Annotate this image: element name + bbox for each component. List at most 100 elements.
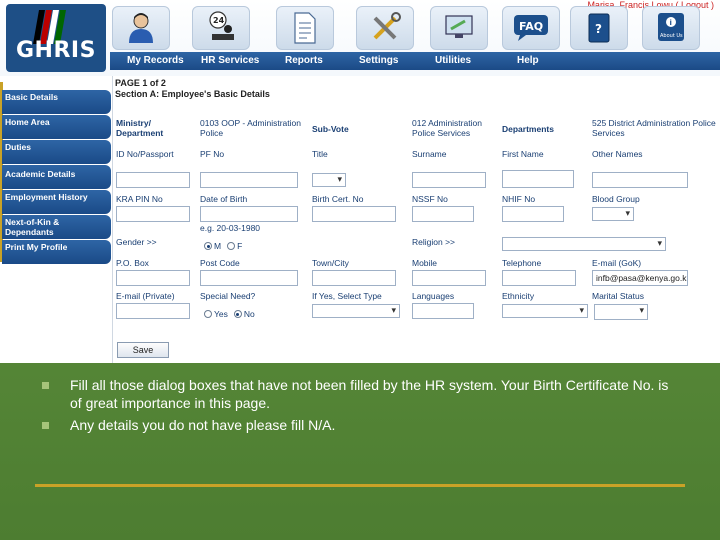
bullet-item: Fill all those dialog boxes that have no… [40, 376, 680, 412]
pf-no-field[interactable] [200, 172, 298, 188]
post-code-field[interactable] [200, 270, 298, 286]
save-button[interactable]: Save [117, 342, 169, 358]
nhif-label: NHIF No [502, 194, 536, 204]
top-bar: GHRIS Marisa, Francis Lowu ( Logout ) 24 [0, 0, 720, 76]
faq-icon[interactable]: FAQ [502, 6, 560, 50]
po-box-label: P.O. Box [116, 258, 149, 268]
special-yes-radio[interactable] [204, 310, 212, 318]
special-no-label: No [243, 309, 255, 319]
blood-group-label: Blood Group [592, 194, 640, 204]
special-need-radios: Yes No [204, 309, 255, 319]
id-no-label: ID No/Passport [116, 149, 174, 159]
nssf-field[interactable] [412, 206, 474, 222]
sidebar-item-employment-history[interactable]: Employment History [2, 190, 111, 214]
religion-label: Religion >> [412, 237, 456, 247]
surname-label: Surname [412, 149, 447, 159]
bullet-text: Any details you do not have please fill … [70, 417, 336, 433]
religion-select[interactable] [502, 237, 666, 251]
gender-radios: M F [204, 241, 242, 251]
basic-details-form: PAGE 1 of 2 Section A: Employee's Basic … [112, 76, 720, 363]
special-need-label: Special Need? [200, 291, 256, 301]
email-gok-field[interactable]: infb@pasa@kenya.go.k [592, 270, 688, 286]
kra-pin-label: KRA PIN No [116, 194, 163, 204]
gender-m-radio[interactable] [204, 242, 212, 250]
section-title: Section A: Employee's Basic Details [115, 89, 270, 99]
book-icon[interactable]: ? [570, 6, 628, 50]
departments-label: Departments [502, 124, 554, 134]
po-box-field[interactable] [116, 270, 190, 286]
main-menu: My Records HR Services Reports Settings … [110, 52, 720, 70]
bullet-item: Any details you do not have please fill … [40, 416, 680, 434]
dob-field[interactable] [200, 206, 298, 222]
svg-text:i: i [670, 19, 672, 27]
gender-f-radio[interactable] [227, 242, 236, 250]
screenshot: GHRIS Marisa, Francis Lowu ( Logout ) 24 [0, 0, 720, 363]
bullet-text: Fill all those dialog boxes that have no… [70, 377, 669, 411]
id-no-field[interactable] [116, 172, 190, 188]
mobile-label: Mobile [412, 258, 438, 268]
document-icon[interactable] [276, 6, 334, 50]
about-us-label: About Us [660, 33, 683, 39]
marital-select[interactable] [594, 304, 648, 320]
sidebar-item-basic-details[interactable]: Basic Details [2, 90, 111, 114]
logo-text: GHRIS [16, 38, 96, 63]
post-code-label: Post Code [200, 258, 240, 268]
tools-icon[interactable] [356, 6, 414, 50]
menu-reports[interactable]: Reports [285, 55, 323, 66]
sidebar-item-label: Print My Profile [5, 242, 68, 252]
menu-my-records[interactable]: My Records [127, 55, 184, 66]
menu-help[interactable]: Help [517, 55, 539, 66]
languages-field[interactable] [412, 303, 474, 319]
page-header: PAGE 1 of 2 Section A: Employee's Basic … [115, 78, 270, 100]
town-label: Town/City [312, 258, 349, 268]
page-label: PAGE 1 of 2 [115, 78, 166, 88]
user-icon[interactable] [112, 6, 170, 50]
other-names-field[interactable] [592, 172, 688, 188]
ethnicity-select[interactable] [502, 304, 588, 318]
gender-label: Gender >> [116, 237, 157, 247]
special-type-select[interactable] [312, 304, 400, 318]
menu-settings[interactable]: Settings [359, 55, 398, 66]
email-private-field[interactable] [116, 303, 190, 319]
telephone-field[interactable] [502, 270, 576, 286]
slide-bullets: Fill all those dialog boxes that have no… [40, 376, 680, 438]
sidebar-item-home-area[interactable]: Home Area [2, 115, 111, 139]
sidebar-item-label: Academic Details [5, 169, 76, 179]
sidebar-item-duties[interactable]: Duties [2, 140, 111, 164]
email-gok-label: E-mail (GoK) [592, 258, 642, 268]
first-name-field[interactable] [502, 170, 574, 188]
sidebar: Basic Details Home Area Duties Academic … [0, 82, 112, 362]
dob-hint: e.g. 20-03-1980 [200, 223, 261, 233]
menu-utilities[interactable]: Utilities [435, 55, 471, 66]
town-field[interactable] [312, 270, 396, 286]
service-24-icon[interactable]: 24 [192, 6, 250, 50]
sidebar-item-next-of-kin[interactable]: Next-of-Kin & Dependants [2, 215, 111, 239]
bullet-square-icon [42, 382, 49, 389]
title-label: Title [312, 149, 328, 159]
gender-f-label: F [237, 241, 243, 251]
title-select[interactable] [312, 173, 346, 187]
languages-label: Languages [412, 291, 455, 301]
nhif-field[interactable] [502, 206, 564, 222]
surname-field[interactable] [412, 172, 486, 188]
menu-hr-services[interactable]: HR Services [201, 55, 259, 66]
other-names-label: Other Names [592, 149, 643, 159]
special-no-radio[interactable] [233, 310, 242, 318]
sidebar-item-print-profile[interactable]: Print My Profile [2, 240, 111, 264]
sidebar-item-academic-details[interactable]: Academic Details [2, 165, 111, 189]
pf-no-label: PF No [200, 149, 225, 159]
utilities-icon[interactable] [430, 6, 488, 50]
kra-pin-field[interactable] [116, 206, 190, 222]
birth-cert-label: Birth Cert. No [312, 194, 364, 204]
gender-m-label: M [214, 241, 222, 251]
birth-cert-field[interactable] [312, 206, 396, 222]
telephone-label: Telephone [502, 258, 542, 268]
divider-line [35, 484, 685, 487]
bullet-square-icon [42, 422, 49, 429]
subvote-value: 012 Administration Police Services [412, 118, 482, 138]
about-us-icon[interactable]: i About Us [642, 6, 700, 50]
blood-group-select[interactable] [592, 207, 634, 221]
sidebar-item-label: Duties [5, 142, 31, 152]
faq-label: FAQ [519, 20, 543, 33]
mobile-field[interactable] [412, 270, 486, 286]
